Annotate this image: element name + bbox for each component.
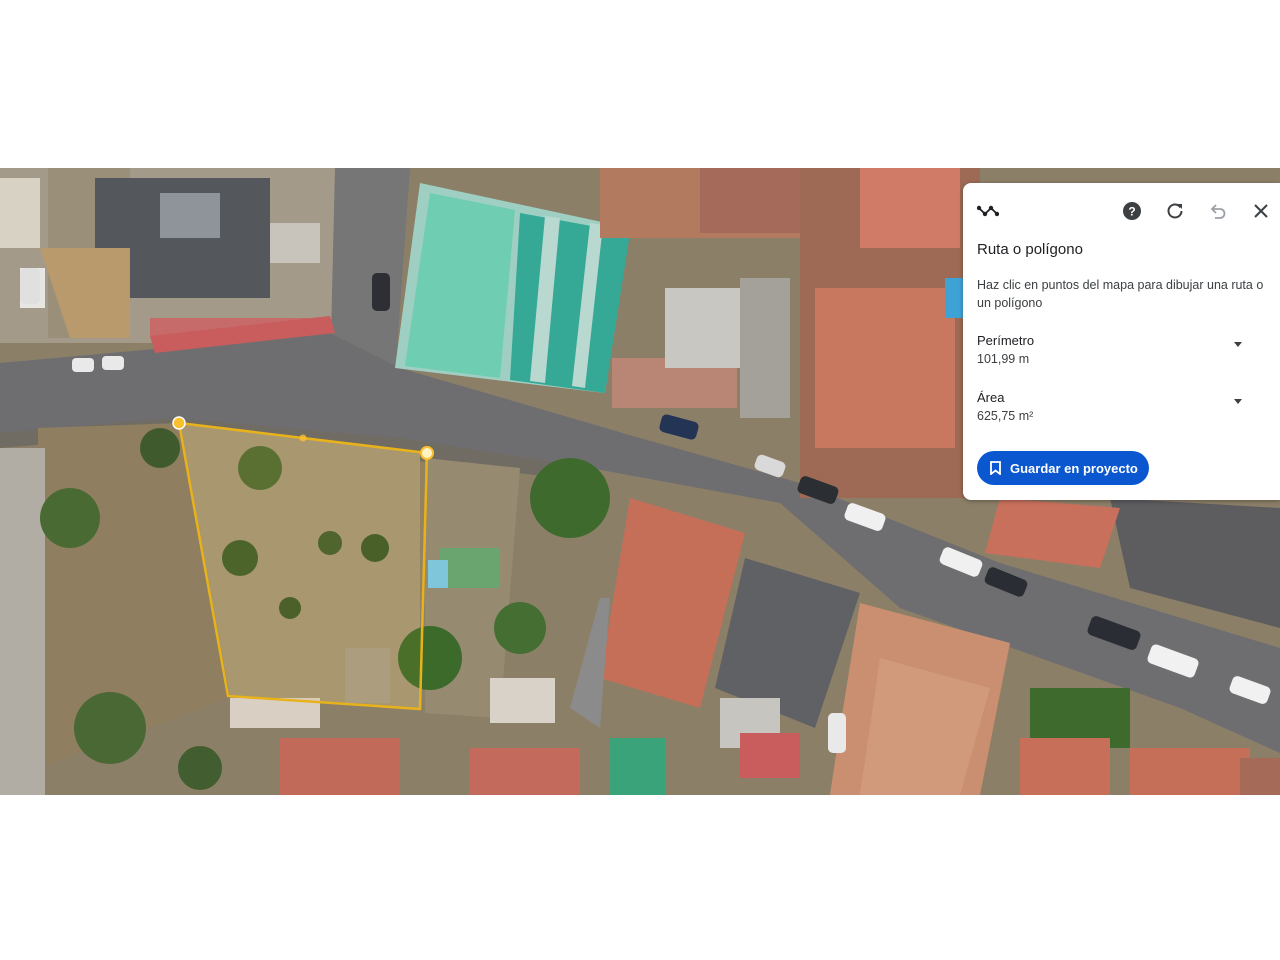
measure-panel: ? Ruta o polígono Haz clic en puntos del… <box>963 183 1280 500</box>
polygon-vertex <box>172 416 186 430</box>
bookmark-icon <box>990 461 1001 475</box>
save-to-project-label: Guardar en proyecto <box>1010 460 1138 476</box>
close-icon[interactable] <box>1248 198 1274 224</box>
area-label: Área <box>977 390 1005 405</box>
refresh-icon[interactable] <box>1162 198 1188 224</box>
perimeter-label: Perímetro <box>977 333 1035 348</box>
area-row[interactable]: Área 625,75 m² <box>977 389 1267 429</box>
svg-text:?: ? <box>1128 205 1135 219</box>
undo-icon <box>1205 198 1231 224</box>
perimeter-value: 101,99 m <box>977 352 1030 366</box>
panel-description: Haz clic en puntos del mapa para dibujar… <box>977 278 1264 310</box>
chevron-down-icon <box>1234 399 1242 404</box>
chevron-down-icon <box>1234 342 1242 347</box>
save-to-project-button[interactable]: Guardar en proyecto <box>977 451 1149 485</box>
area-value: 625,75 m² <box>977 409 1034 423</box>
polygon-midpoint <box>299 434 307 442</box>
help-icon[interactable]: ? <box>1119 198 1145 224</box>
polygon-vertex <box>420 446 434 460</box>
perimeter-row[interactable]: Perímetro 101,99 m <box>977 332 1267 372</box>
measure-path-icon <box>975 198 1001 224</box>
panel-title: Ruta o polígono <box>977 241 1083 258</box>
